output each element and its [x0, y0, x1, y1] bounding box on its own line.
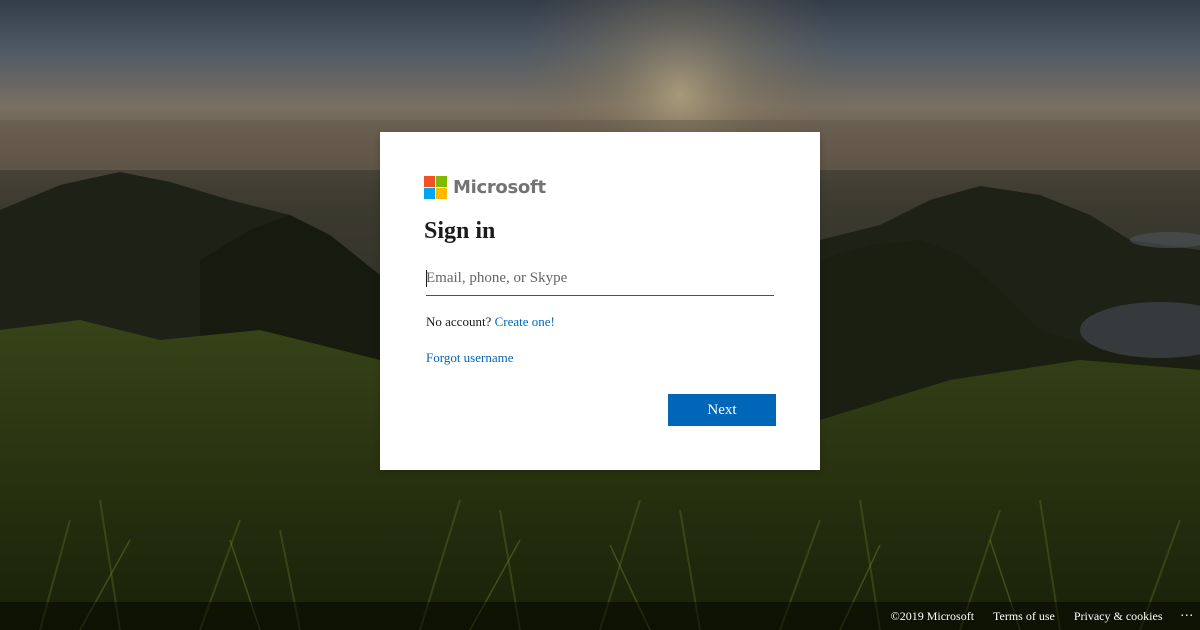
microsoft-logo-icon	[424, 176, 447, 199]
logo-square-yellow	[436, 188, 447, 199]
copyright-text: ©2019 Microsoft	[890, 608, 975, 623]
microsoft-logo: Microsoft	[424, 176, 546, 199]
text-cursor	[426, 270, 427, 287]
footer: ©2019 Microsoft Terms of use Privacy & c…	[0, 602, 1200, 630]
logo-square-blue	[424, 188, 435, 199]
no-account-text: No account?	[426, 314, 492, 329]
logo-square-red	[424, 176, 435, 187]
email-field[interactable]	[426, 261, 774, 296]
no-account-row: No account? Create one!	[426, 314, 555, 330]
privacy-link[interactable]: Privacy & cookies	[1074, 609, 1163, 624]
signin-card: Microsoft Sign in No account? Create one…	[380, 132, 820, 470]
page-title: Sign in	[424, 218, 496, 244]
create-account-link[interactable]: Create one!	[495, 314, 555, 329]
terms-link[interactable]: Terms of use	[993, 609, 1055, 624]
logo-square-green	[436, 176, 447, 187]
more-options-icon[interactable]: ...	[1181, 605, 1195, 621]
forgot-username-link[interactable]: Forgot username	[426, 350, 514, 366]
brand-name: Microsoft	[453, 177, 546, 198]
next-button[interactable]: Next	[668, 394, 776, 426]
